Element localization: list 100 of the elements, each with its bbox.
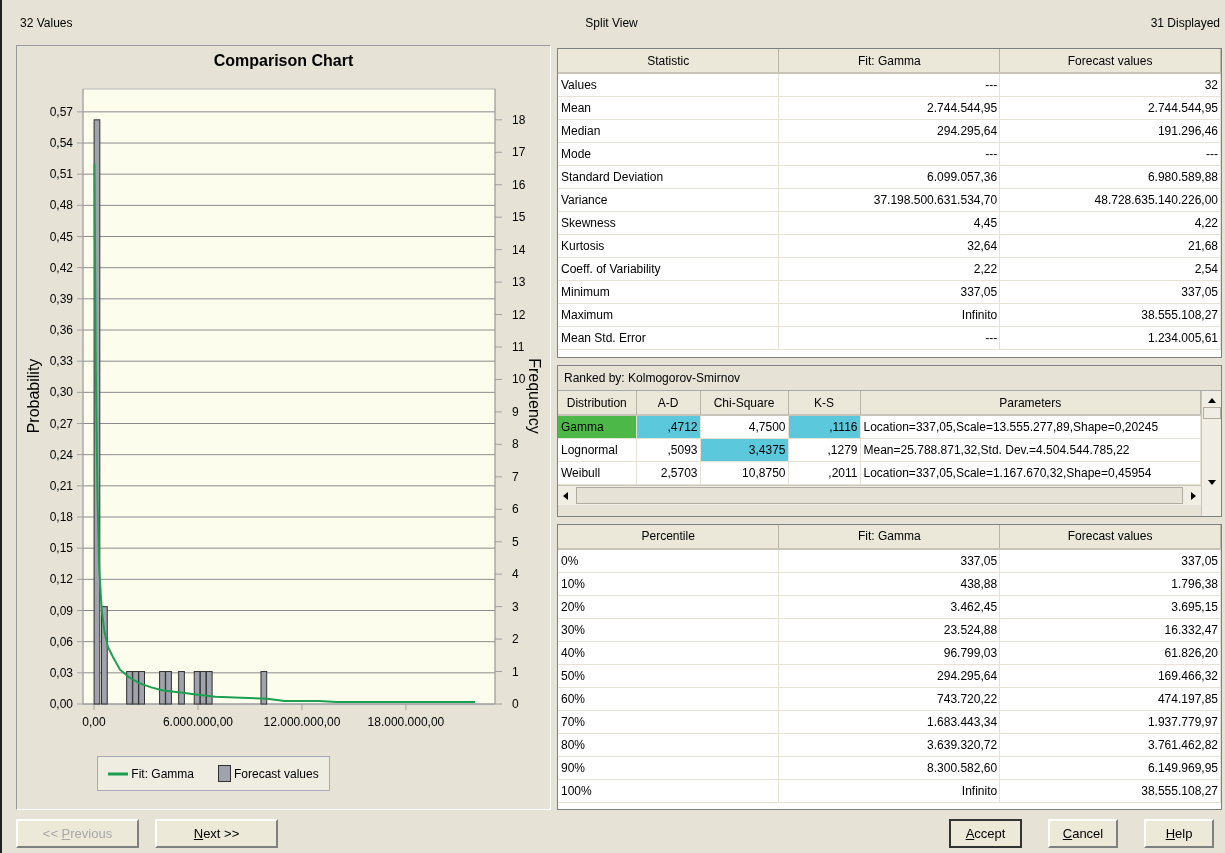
table-cell: 48.728.635.140.226,00	[999, 188, 1221, 212]
table-cell: 2,5703	[636, 461, 700, 485]
distribution-cell[interactable]: Gamma	[558, 415, 636, 439]
axis-tick-label: 6	[512, 502, 519, 517]
table-cell: 30%	[558, 618, 779, 642]
axis-tick-label: 0,27	[49, 416, 73, 431]
column-header[interactable]: Fit: Gamma	[778, 49, 1000, 73]
horizontal-scrollbar[interactable]	[558, 485, 1201, 506]
axis-tick-label: 0,00	[82, 715, 106, 729]
table-cell: 3.639.320,72	[778, 733, 1000, 757]
axis-tick-label: 2	[512, 632, 519, 647]
table-cell: 3.761.462,82	[999, 733, 1221, 757]
scroll-down-icon[interactable]	[1206, 477, 1217, 486]
column-header[interactable]: Forecast values	[999, 49, 1221, 73]
y-axis-title: Probability	[25, 358, 42, 434]
column-header[interactable]: Chi-Square	[700, 391, 788, 416]
table-cell: 21,68	[999, 234, 1221, 258]
table-cell: 337,05	[999, 280, 1221, 304]
scroll-up-icon[interactable]	[1206, 397, 1217, 406]
column-header[interactable]: A-D	[636, 391, 700, 416]
scroll-thumb[interactable]	[576, 487, 1183, 505]
table-cell: 32,64	[778, 234, 1000, 258]
y2-axis-title: Frequency	[526, 358, 543, 434]
axis-tick-label: 13	[512, 275, 526, 290]
column-header[interactable]: Distribution	[558, 391, 636, 416]
table-cell: Standard Deviation	[558, 165, 779, 189]
table-cell: 96.799,03	[778, 641, 1000, 665]
table-cell: 337,05	[778, 548, 1000, 573]
axis-tick-label: 10	[512, 372, 526, 387]
scroll-right-icon[interactable]	[1189, 490, 1197, 501]
table-cell: 10%	[558, 572, 779, 596]
table-cell: 3.462,45	[778, 595, 1000, 619]
table-cell: 294.295,64	[778, 664, 1000, 688]
axis-tick-label: 8	[512, 437, 519, 452]
histogram-bar	[178, 671, 185, 705]
column-header[interactable]: Fit: Gamma	[778, 524, 1000, 549]
axis-tick-label: 0,54	[49, 136, 73, 150]
displayed-count: 31 Displayed	[1150, 16, 1220, 30]
axis-tick-label: 3	[512, 599, 519, 614]
table-cell: ---	[778, 73, 1000, 97]
table-cell: 38.555.108,27	[999, 779, 1221, 803]
table-cell: 4,45	[778, 211, 1000, 235]
vertical-scrollbar[interactable]	[1201, 391, 1221, 516]
table-cell: Mean	[558, 96, 779, 120]
column-header[interactable]: Statistic	[558, 49, 779, 73]
table-cell: ,5093	[636, 438, 700, 462]
legend-line-icon	[108, 771, 129, 776]
dialog-button[interactable]: Help	[1144, 819, 1214, 848]
next-button[interactable]: Next >>	[155, 819, 278, 848]
table-cell: ---	[778, 326, 1000, 350]
table-cell: Median	[558, 119, 779, 143]
scroll-thumb[interactable]	[1202, 407, 1221, 420]
axis-tick-label: 0,03	[49, 665, 73, 680]
axis-tick-label: 0,06	[49, 634, 73, 649]
view-title: Split View	[585, 16, 638, 30]
table-cell: 90%	[558, 756, 779, 780]
scroll-left-icon[interactable]	[562, 490, 570, 501]
axis-tick-label: 12	[512, 307, 526, 322]
table-cell: 1.234.005,61	[999, 326, 1221, 350]
table-cell: 6.149.969,95	[999, 756, 1221, 780]
table-cell: 4,22	[999, 211, 1221, 235]
column-header[interactable]: Parameters	[860, 391, 1201, 416]
axis-tick-label: 0,15	[49, 541, 73, 556]
axis-tick-label: 0,09	[49, 603, 73, 618]
axis-tick-label: 0,51	[49, 167, 73, 182]
column-header[interactable]: Percentile	[558, 524, 779, 549]
dialog-button[interactable]: Cancel	[1048, 819, 1118, 848]
value-count: 32 Values	[20, 16, 73, 30]
axis-tick-label: 4	[512, 567, 519, 582]
axis-tick-label: 15	[512, 210, 526, 225]
table-cell: Variance	[558, 188, 779, 212]
distribution-cell[interactable]: Lognormal	[558, 438, 636, 462]
table-cell: Coeff. of Variability	[558, 257, 779, 281]
legend-label: Forecast values	[234, 766, 319, 781]
axis-tick-label: 18.000.000,00	[367, 715, 445, 729]
table-cell: Maximum	[558, 303, 779, 327]
dialog-button[interactable]: Accept	[949, 819, 1022, 848]
axis-tick-label: 0,24	[49, 447, 73, 462]
table-cell: 191.296,46	[999, 119, 1221, 143]
axis-tick-label: 17	[512, 145, 526, 160]
column-header[interactable]: Forecast values	[999, 524, 1221, 549]
table-cell: 1.683.443,34	[778, 710, 1000, 734]
table-cell: Values	[558, 73, 779, 97]
table-cell: 474.197,85	[999, 687, 1221, 711]
table-cell: 60%	[558, 687, 779, 711]
table-cell: 743.720,22	[778, 687, 1000, 711]
table-cell: 37.198.500.631.534,70	[778, 188, 1000, 212]
table-cell: Location=337,05,Scale=13.555.277,89,Shape=0,20245	[860, 415, 1201, 439]
axis-tick-label: 0	[512, 697, 519, 711]
axis-tick-label: 0,21	[49, 478, 73, 493]
table-cell: 4,7500	[700, 415, 788, 439]
table-cell: 61.826,20	[999, 641, 1221, 665]
axis-tick-label: 0,57	[49, 104, 73, 119]
table-cell: 0%	[558, 548, 779, 573]
table-cell: Mean=25.788.871,32,Std. Dev.=4.504.544.785,22	[860, 438, 1201, 462]
table-cell: 1.796,38	[999, 572, 1221, 596]
column-header[interactable]: K-S	[788, 391, 860, 416]
axis-tick-label: 14	[512, 242, 526, 257]
distribution-cell[interactable]: Weibull	[558, 461, 636, 485]
axis-tick-label: 0,33	[49, 354, 73, 369]
